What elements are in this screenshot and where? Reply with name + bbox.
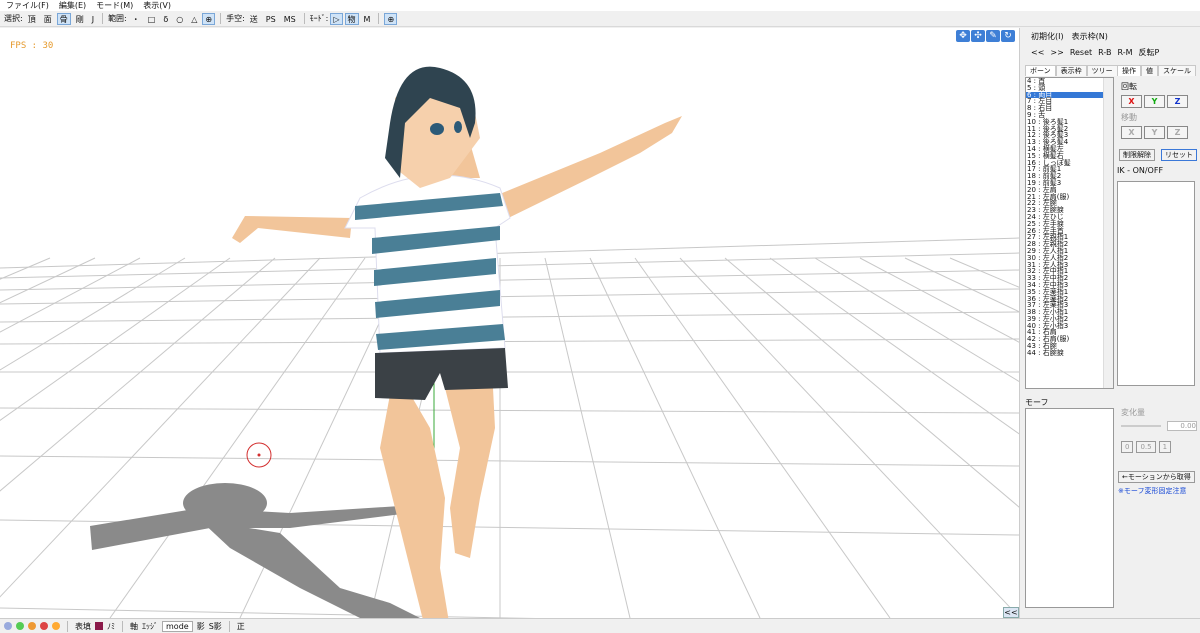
rotate-y-button[interactable]: Y <box>1144 95 1165 108</box>
mode-physics-button[interactable]: 物 <box>344 12 359 25</box>
range-triangle-button[interactable]: △ <box>188 13 200 25</box>
scene-svg <box>0 66 1019 618</box>
tab-tree[interactable]: ツリー <box>1086 65 1118 76</box>
view-controls: ✥ ✣ ✎ ↻ <box>956 30 1015 42</box>
shadow-toggle[interactable]: 影 <box>197 621 205 632</box>
move-label: 移動 <box>1121 113 1137 122</box>
select-rigid-button[interactable]: 剛 <box>73 13 87 25</box>
prev-button[interactable]: << <box>1031 48 1044 57</box>
operation-panel: 操作 値 スケール 回転 XYZ 移動 XYZ 制限解除 リセット IK - O… <box>1117 65 1197 175</box>
flip-p-button[interactable]: 反転P <box>1139 47 1160 58</box>
ik-label: IK - ON/OFF <box>1117 166 1164 175</box>
figure-shadow <box>90 483 420 618</box>
handle-ms-button[interactable]: MS <box>281 13 299 25</box>
move-z-button[interactable]: Z <box>1167 126 1188 139</box>
collapse-panel-button[interactable]: << <box>1003 607 1019 618</box>
tab-bone[interactable]: ボーン <box>1025 65 1056 76</box>
menu-item-1[interactable]: 編集(E) <box>59 0 86 11</box>
range-point-button[interactable]: ・ <box>129 13 143 25</box>
fps-counter: FPS : 30 <box>10 41 54 51</box>
mode-m-button[interactable]: M <box>361 13 374 25</box>
rotate-z-button[interactable]: Z <box>1167 95 1188 108</box>
zoom-icon[interactable]: ✎ <box>986 30 1000 42</box>
mode-play-button[interactable]: ▷ <box>330 12 343 25</box>
bone-list-scrollbar[interactable] <box>1103 78 1113 388</box>
toolbar: 選択: 頂 面 骨 剛 J 範囲: ・ □ δ ○ △ ⊕ 手空: 送 PS M… <box>0 11 1200 27</box>
edge-toggle[interactable]: ｴｯｼﾞ <box>142 621 158 632</box>
status-icon-3[interactable] <box>28 622 36 630</box>
morph-slider[interactable] <box>1121 425 1161 427</box>
get-from-motion-button[interactable]: ←モーションから取得 <box>1118 471 1195 483</box>
status-icon-1[interactable] <box>4 622 12 630</box>
move-xy-icon[interactable]: ✣ <box>971 30 985 42</box>
handle-ps-button[interactable]: PS <box>263 13 279 25</box>
self-shadow-toggle[interactable]: S影 <box>209 621 222 632</box>
select-joint-button[interactable]: J <box>89 13 97 25</box>
select-bone-button[interactable]: 骨 <box>56 12 71 25</box>
select-label: 選択: <box>4 14 23 23</box>
range-label: 範囲: <box>108 14 127 23</box>
menu-item-3[interactable]: 表示(V) <box>143 0 171 11</box>
bone-list[interactable]: 4 : 首5 : 頭6 : 両目 7 : 左目 8 : 右目 9 : 舌 10 : 後ろ… <box>1025 77 1114 389</box>
select-face-button[interactable]: 面 <box>41 13 55 25</box>
move-view-icon[interactable]: ✥ <box>956 30 970 42</box>
rm-button[interactable]: R-M <box>1118 48 1133 57</box>
tab-display-frame[interactable]: 表示枠 <box>1055 65 1087 76</box>
mode-label: ﾓｰﾄﾞ: <box>309 14 329 23</box>
status-icon-5[interactable] <box>52 622 60 630</box>
next-button[interactable]: >> <box>1050 48 1063 57</box>
tab-scale[interactable]: スケール <box>1158 65 1196 76</box>
morph-preset-0[interactable]: 0 <box>1121 441 1134 453</box>
morph-label: モーフ <box>1025 398 1049 407</box>
range-circle-button[interactable]: ○ <box>173 13 186 25</box>
status-icon-2[interactable] <box>16 622 24 630</box>
morph-note: ※モーフ変形固定注意 <box>1118 487 1187 495</box>
reset-button[interactable]: Reset <box>1070 48 1092 57</box>
menu-item-2[interactable]: モード(M) <box>96 0 133 11</box>
3d-viewport[interactable]: FPS : 30 ✥ ✣ ✎ ↻ <box>0 28 1020 618</box>
status-label-1[interactable]: 表填 <box>75 621 91 632</box>
reset-bone-button[interactable]: リセット <box>1161 149 1197 161</box>
globe-icon[interactable]: ⊕ <box>384 12 398 25</box>
rotate-x-button[interactable]: X <box>1121 95 1142 108</box>
morph-value[interactable]: 0.00 <box>1167 421 1197 431</box>
status-bar: 表填 ﾉﾐ 軸 ｴｯｼﾞ mode 影 S影 正 <box>0 618 1200 633</box>
select-vertex-button[interactable]: 頂 <box>25 13 39 25</box>
range-delta-button[interactable]: δ <box>160 13 171 25</box>
handle-label: 手空: <box>226 14 245 23</box>
orthographic-toggle[interactable]: 正 <box>237 621 245 632</box>
init-menu[interactable]: 初期化(I) <box>1031 31 1064 42</box>
morph-list[interactable] <box>1025 408 1114 608</box>
axis-toggle[interactable]: 軸 <box>130 621 138 632</box>
menu-item-0[interactable]: ファイル(F) <box>6 0 49 11</box>
right-panel: 初期化(I) 表示枠(N) << >> Reset R-B R-M 反転P ボー… <box>1021 28 1200 618</box>
tab-value[interactable]: 値 <box>1141 65 1158 76</box>
partial-release-button[interactable]: 制限解除 <box>1119 149 1155 161</box>
handle-send-button[interactable]: 送 <box>247 13 261 25</box>
morph-preset-1[interactable]: 1 <box>1158 441 1172 453</box>
menu-bar: ファイル(F) 編集(E) モード(M) 表示(V) <box>0 0 1200 11</box>
tab-operation[interactable]: 操作 <box>1117 65 1141 76</box>
move-x-button[interactable]: X <box>1121 126 1142 139</box>
display-frame-menu[interactable]: 表示枠(N) <box>1072 31 1108 42</box>
ik-list[interactable] <box>1117 181 1195 386</box>
range-rect-button[interactable]: □ <box>145 13 159 25</box>
color-swatch[interactable] <box>95 622 103 630</box>
rotate-view-icon[interactable]: ↻ <box>1001 30 1015 42</box>
status-label-2[interactable]: ﾉﾐ <box>107 621 115 632</box>
morph-amount-label: 変化量 <box>1121 408 1145 417</box>
status-icon-4[interactable] <box>40 622 48 630</box>
bone-item[interactable]: 44 : 右腕捩 <box>1026 349 1113 357</box>
rb-button[interactable]: R-B <box>1098 48 1111 57</box>
mode-select[interactable]: mode <box>162 620 193 632</box>
rotate-label: 回転 <box>1121 82 1137 91</box>
move-y-button[interactable]: Y <box>1144 126 1165 139</box>
range-target-button[interactable]: ⊕ <box>202 12 216 25</box>
morph-preset-half[interactable]: 0.5 <box>1136 441 1156 453</box>
